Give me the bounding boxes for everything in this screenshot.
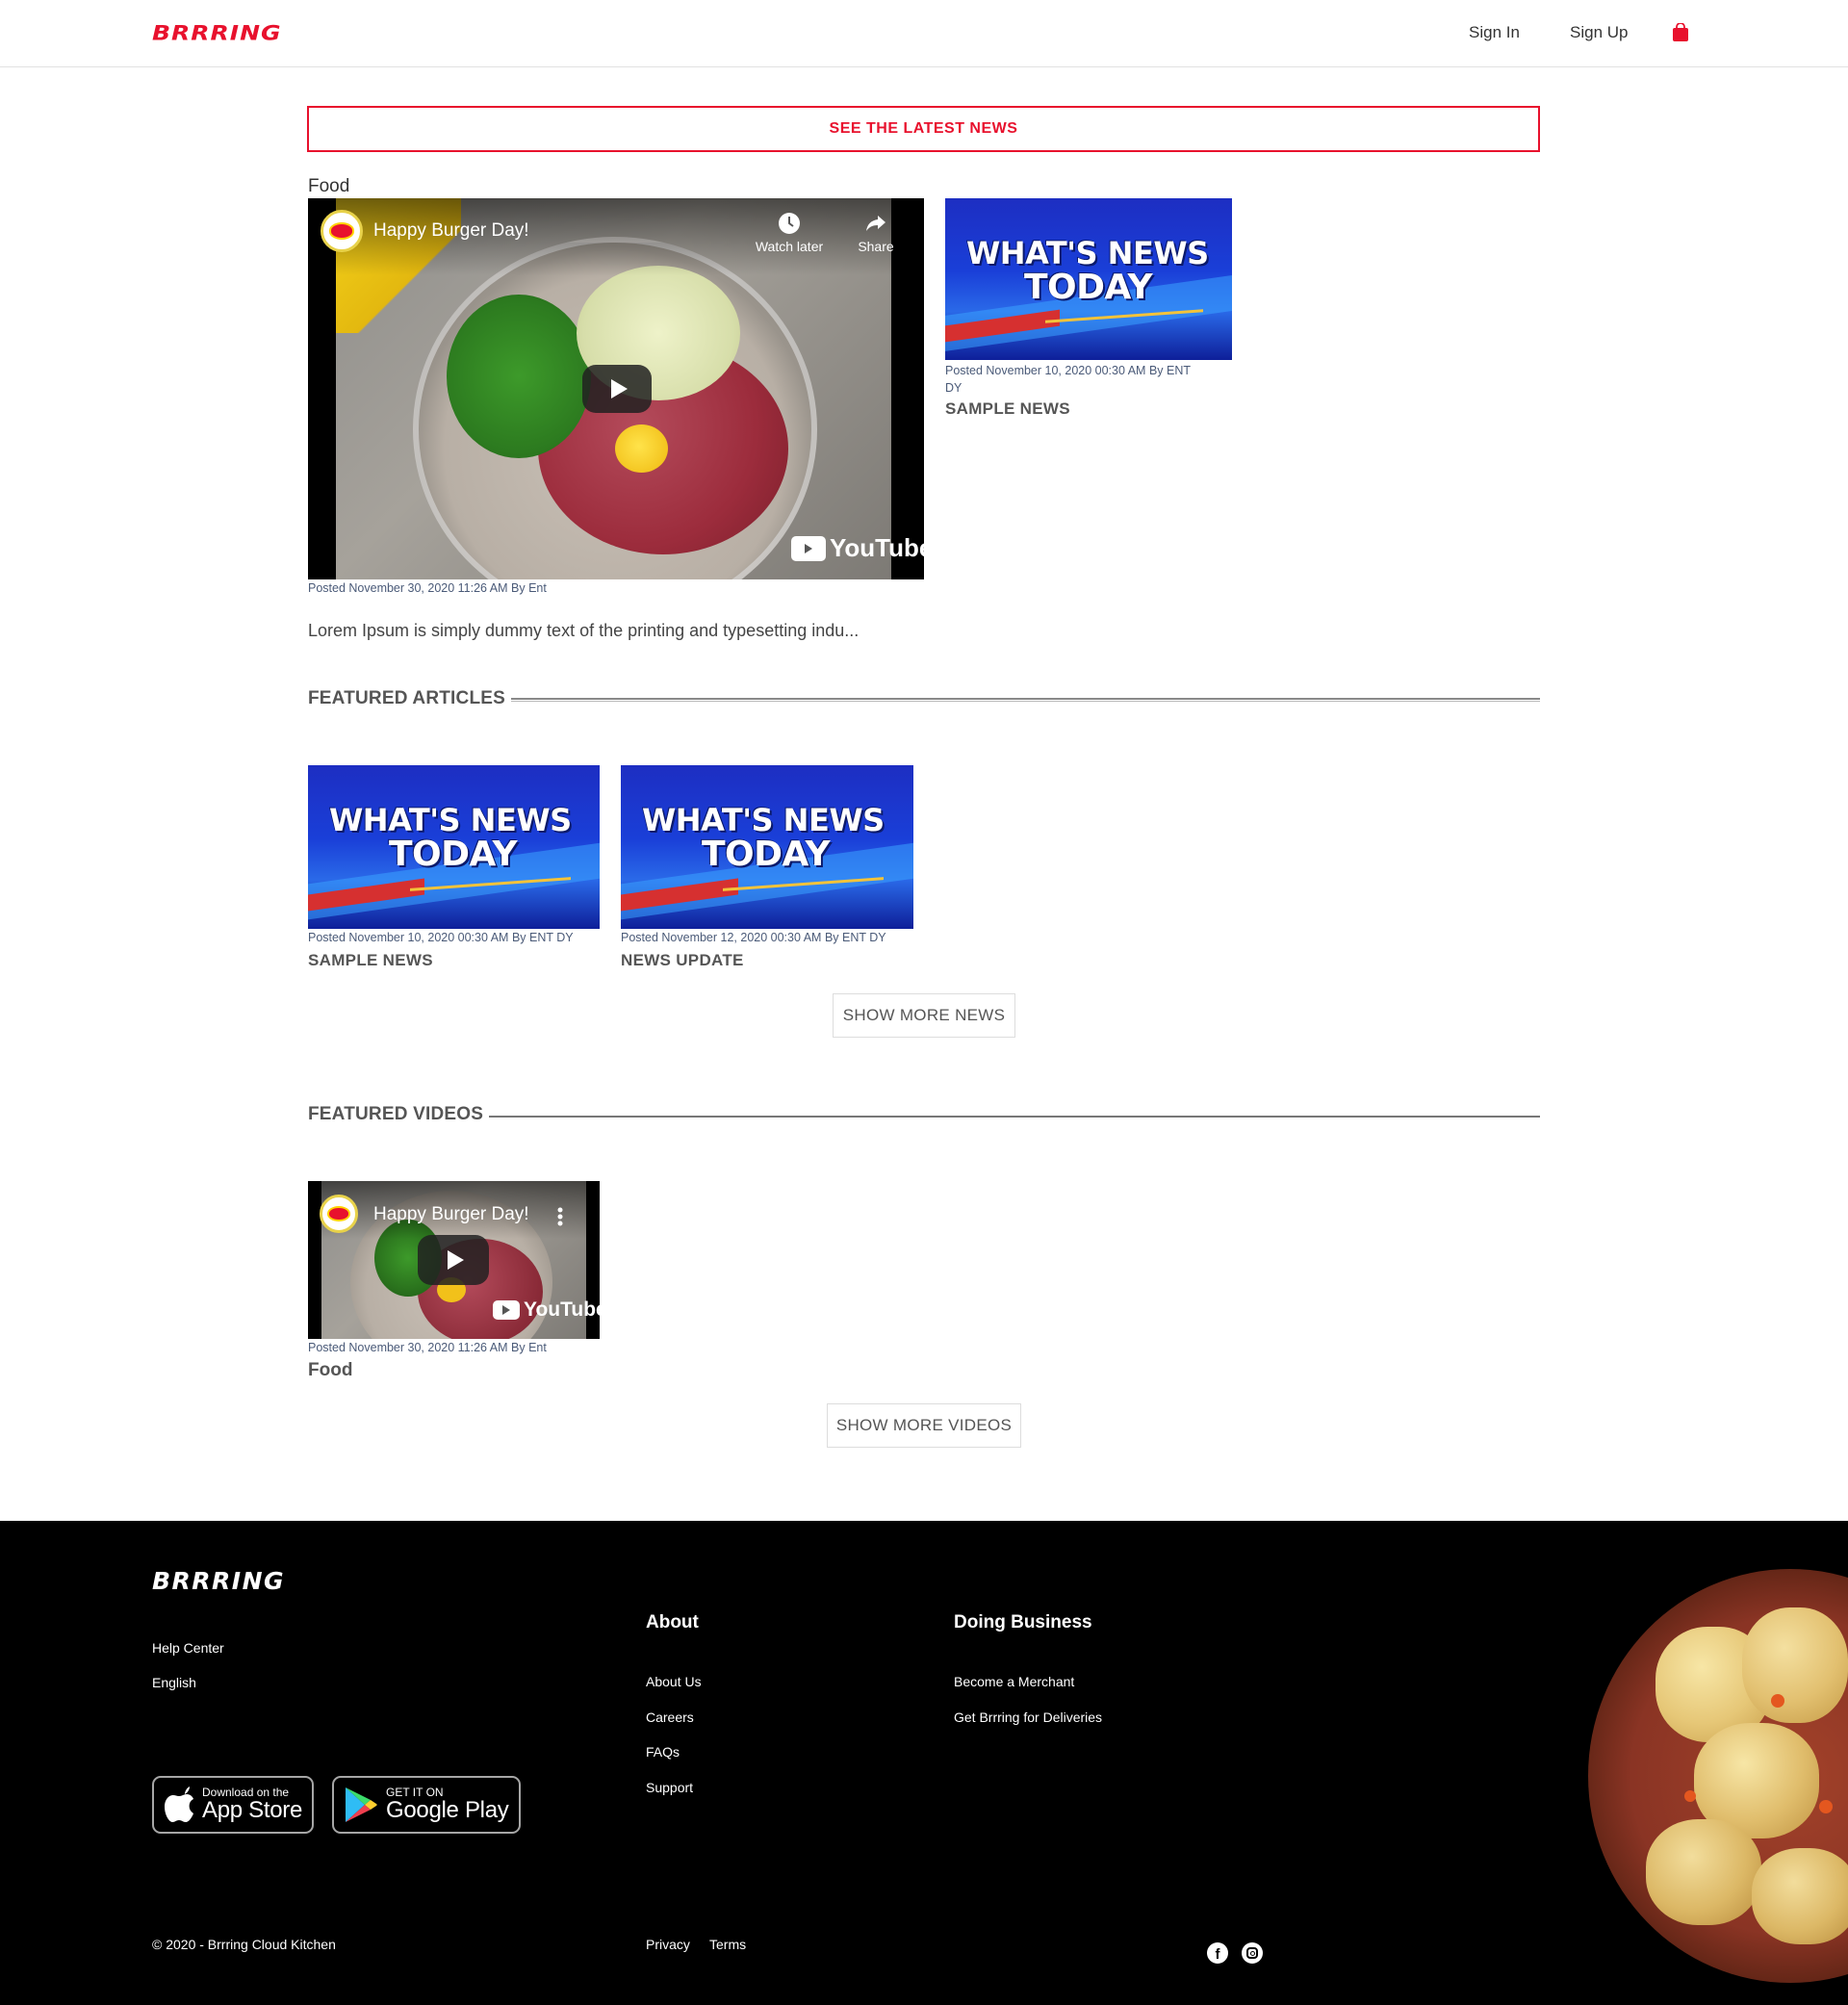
app-store-big: App Store (202, 1797, 303, 1823)
google-play-badge[interactable]: GET IT ON Google Play (332, 1776, 521, 1834)
video-category-label: Food (308, 1360, 353, 1380)
main-category-label: Food (308, 176, 350, 196)
copyright: © 2020 - Brrring Cloud Kitchen (152, 1937, 336, 1952)
help-center-link[interactable]: Help Center (152, 1640, 224, 1656)
show-more-videos-button[interactable]: SHOW MORE VIDEOS (827, 1403, 1021, 1448)
play-button[interactable] (582, 365, 652, 413)
thumb-headline-line2: TODAY (702, 835, 831, 874)
article-thumbnail[interactable]: WHAT'S NEWS TODAY (621, 765, 913, 929)
youtube-icon (791, 535, 826, 561)
channel-avatar[interactable] (321, 210, 363, 252)
channel-avatar[interactable] (320, 1195, 358, 1233)
deliveries-link[interactable]: Get Brrring for Deliveries (954, 1709, 1102, 1725)
careers-link[interactable]: Careers (646, 1709, 694, 1725)
brand-logo[interactable]: BRRRING (152, 21, 282, 45)
main-post-meta: Posted November 30, 2020 11:26 AM By Ent (308, 581, 547, 595)
doing-business-heading: Doing Business (954, 1612, 1092, 1632)
app-store-badge[interactable]: Download on the App Store (152, 1776, 314, 1834)
thumb-headline-line1: WHAT'S NEWS (329, 802, 572, 838)
youtube-logo[interactable]: YouTube (791, 533, 924, 563)
youtube-logo[interactable]: YouTube (493, 1298, 600, 1322)
see-latest-news-button[interactable]: SEE THE LATEST NEWS (307, 106, 1540, 152)
featured-articles-heading: FEATURED ARTICLES (308, 688, 512, 709)
thumb-headline-line2: TODAY (389, 835, 518, 874)
thumb-headline-line1: WHAT'S NEWS (966, 235, 1209, 271)
more-vert-icon[interactable] (557, 1207, 563, 1226)
side-article-title[interactable]: SAMPLE NEWS (945, 399, 1070, 419)
faqs-link[interactable]: FAQs (646, 1744, 680, 1760)
section-divider (481, 1116, 1540, 1118)
footer-logo[interactable]: BRRRING (152, 1567, 285, 1595)
article-title[interactable]: NEWS UPDATE (621, 951, 744, 970)
site-header: BRRRING Sign In Sign Up (0, 0, 1848, 67)
featured-videos-heading: FEATURED VIDEOS (308, 1104, 490, 1125)
article-meta: Posted November 12, 2020 00:30 AM By ENT… (621, 931, 886, 944)
food-plate-image (1588, 1569, 1848, 1983)
terms-link[interactable]: Terms (709, 1937, 746, 1952)
video-title[interactable]: Happy Burger Day! (373, 220, 529, 242)
google-play-big: Google Play (386, 1797, 509, 1823)
video-title[interactable]: Happy Burger Day! (373, 1204, 529, 1225)
apple-icon (165, 1787, 193, 1822)
instagram-icon[interactable] (1242, 1942, 1263, 1964)
facebook-icon[interactable]: f (1207, 1942, 1228, 1964)
main-excerpt: Lorem Ipsum is simply dummy text of the … (308, 621, 860, 640)
main-video-player[interactable]: Happy Burger Day! Watch later Share YouT… (308, 198, 924, 579)
side-article-meta: Posted November 10, 2020 00:30 AM By ENT… (945, 364, 1191, 395)
share-label: Share (858, 239, 894, 254)
support-link[interactable]: Support (646, 1780, 693, 1795)
privacy-link[interactable]: Privacy (646, 1937, 690, 1952)
watch-later-button[interactable]: Watch later (751, 212, 828, 254)
section-divider (500, 698, 1540, 702)
about-heading: About (646, 1612, 699, 1632)
language-selector[interactable]: English (152, 1675, 196, 1690)
about-us-link[interactable]: About Us (646, 1674, 702, 1689)
article-title[interactable]: SAMPLE NEWS (308, 951, 433, 970)
share-icon (866, 216, 886, 231)
video-meta: Posted November 30, 2020 11:26 AM By Ent (308, 1341, 547, 1354)
article-meta: Posted November 10, 2020 00:30 AM By ENT… (308, 931, 574, 944)
become-merchant-link[interactable]: Become a Merchant (954, 1674, 1074, 1689)
google-play-icon (346, 1787, 377, 1822)
thumb-headline-line1: WHAT'S NEWS (642, 802, 885, 838)
youtube-icon (493, 1300, 520, 1320)
featured-video-player[interactable]: Happy Burger Day! YouTube (308, 1181, 600, 1339)
site-footer: BRRRING Help Center English About About … (0, 1521, 1848, 2005)
watch-later-label: Watch later (755, 239, 824, 254)
show-more-news-button[interactable]: SHOW MORE NEWS (833, 993, 1015, 1038)
article-thumbnail[interactable]: WHAT'S NEWS TODAY (308, 765, 600, 929)
shopping-bag-icon[interactable] (1673, 23, 1688, 41)
play-button[interactable] (418, 1235, 489, 1285)
sign-up-link[interactable]: Sign Up (1570, 23, 1628, 42)
clock-icon (779, 213, 800, 234)
thumb-headline-line2: TODAY (1024, 268, 1153, 307)
share-button[interactable]: Share (847, 212, 905, 254)
sign-in-link[interactable]: Sign In (1469, 23, 1520, 42)
side-article-thumbnail[interactable]: WHAT'S NEWS TODAY (945, 198, 1232, 360)
